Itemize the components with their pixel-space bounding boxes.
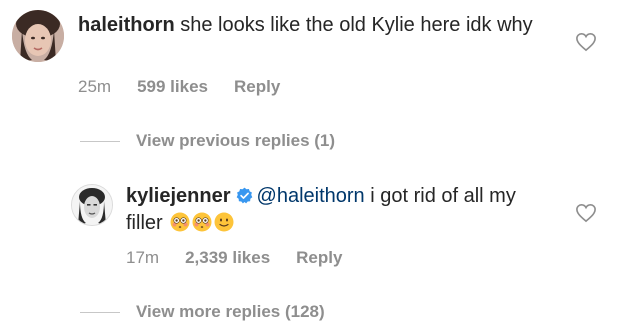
comment-time: 17m [126,248,160,267]
reply-button[interactable]: Reply [234,77,280,97]
profile-photo-icon [12,10,64,62]
comment-likes[interactable]: 2,339 likes [185,248,270,268]
profile-photo-icon [72,185,112,225]
comment-meta: 25m 599 likes Reply [78,77,306,97]
comment-body: she looks like the old Kylie here idk wh… [174,14,533,36]
comment-text: haleithorn she looks like the old Kylie … [78,12,548,39]
reply-button[interactable]: Reply [296,248,342,268]
view-more-replies[interactable]: View more replies (128) [80,302,325,322]
avatar-kyliejenner[interactable] [71,184,113,226]
slightly-smiling-face-emoji-icon [214,212,234,232]
view-previous-replies[interactable]: View previous replies (1) [80,131,335,151]
comment-time: 25m [78,77,112,96]
comment-username[interactable]: haleithorn [78,14,175,36]
like-heart-icon[interactable] [575,203,597,223]
view-more-label[interactable]: View more replies (128) [136,302,325,322]
flushed-face-emoji-icon [192,212,212,232]
flushed-face-emoji-icon [170,212,190,232]
view-previous-label[interactable]: View previous replies (1) [136,131,335,151]
verified-badge-icon [236,187,252,204]
comment-meta: 17m 2,339 likes Reply [126,248,368,268]
comment-likes[interactable]: 599 likes [137,77,208,97]
divider-line [80,140,120,142]
like-heart-icon[interactable] [575,32,597,52]
avatar-haleithorn[interactable] [12,10,64,62]
mention-link[interactable]: @haleithorn [257,185,365,207]
comment-username[interactable]: kyliejenner [126,185,231,207]
comment-text: kyliejenner @haleithorn i got rid of all… [126,183,546,237]
divider-line [80,311,120,313]
